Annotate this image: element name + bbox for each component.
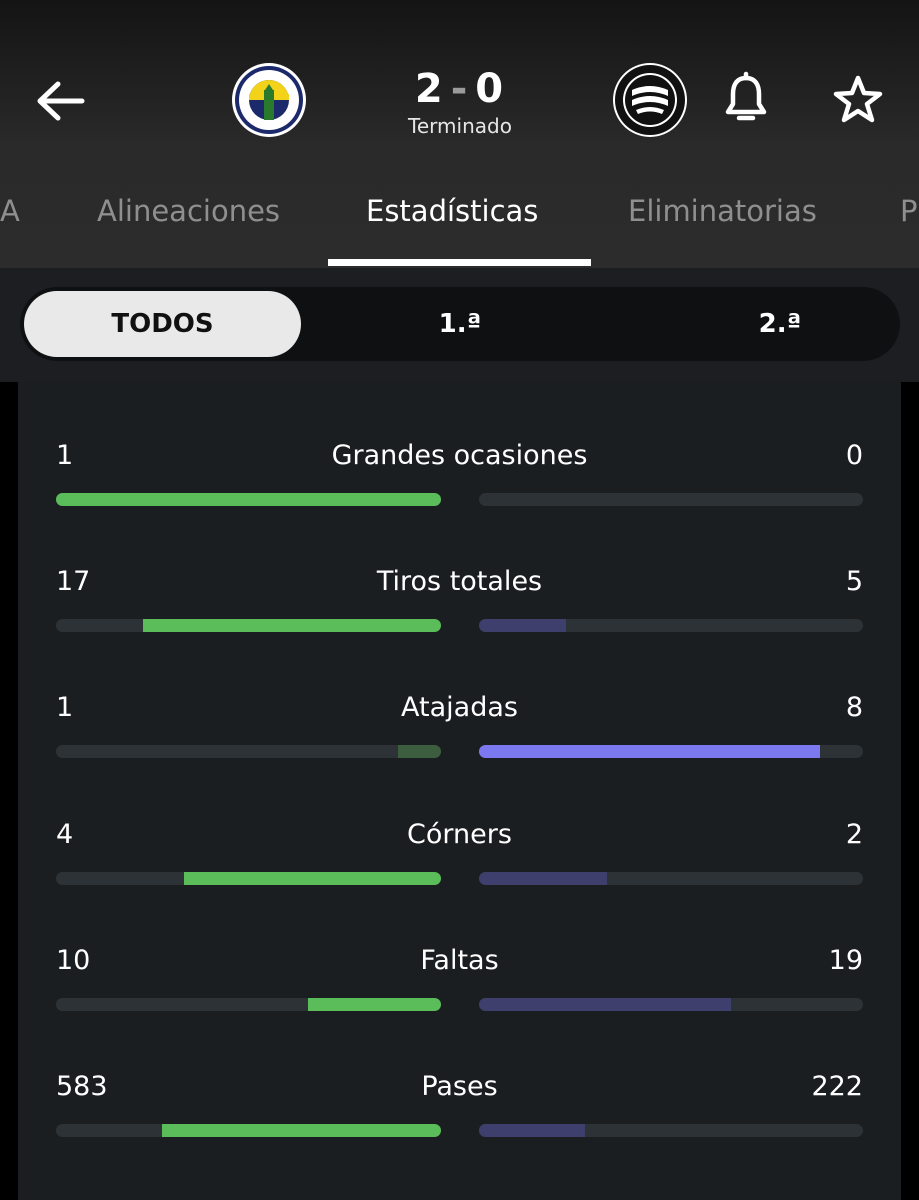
tab-partial-left[interactable]: A: [0, 194, 20, 228]
arrow-left-icon: [37, 81, 85, 121]
stat-label: Faltas: [420, 944, 499, 976]
stat-home-bar: [56, 493, 441, 506]
favorite-button[interactable]: [830, 72, 886, 130]
stat-away-bar-fill: [479, 997, 731, 1011]
stat-away-bar: [479, 1124, 863, 1137]
stat-home-bar-fill: [184, 871, 441, 885]
stat-home-bar-fill: [162, 1124, 441, 1137]
period-second-half[interactable]: 2.ª: [660, 291, 900, 357]
stat-away-value: 2: [845, 818, 863, 850]
stat-label: Tiros totales: [376, 566, 543, 598]
stat-away-value: 8: [845, 692, 863, 724]
period-first-half[interactable]: 1.ª: [340, 291, 580, 357]
tab-alineaciones[interactable]: Alineaciones: [97, 194, 280, 228]
tab-eliminatorias[interactable]: Eliminatorias: [628, 194, 817, 228]
stat-away-bar: [479, 619, 863, 633]
home-score: 2: [414, 66, 445, 112]
tab-bar: A Alineaciones Estadísticas Eliminatoria…: [0, 180, 919, 268]
period-selector: TODOS 1.ª 2.ª: [20, 287, 900, 361]
home-team-crest[interactable]: [231, 62, 307, 138]
stat-away-value: 5: [845, 566, 863, 598]
star-icon: [833, 75, 883, 123]
bell-icon: [725, 71, 767, 121]
match-header: 2-0 Terminado A Alineaciones Estadística…: [0, 0, 919, 268]
stat-home-bar-fill: [308, 997, 441, 1011]
tab-partial-right[interactable]: P: [900, 194, 918, 228]
period-todos[interactable]: TODOS: [24, 291, 301, 357]
stat-away-value: 19: [828, 944, 863, 976]
stat-away-bar: [479, 871, 863, 885]
stat-away-value: 0: [845, 440, 863, 471]
stat-label: Córners: [407, 818, 512, 850]
notifications-button[interactable]: [718, 70, 774, 130]
away-team-crest[interactable]: [612, 62, 688, 138]
tab-estadisticas[interactable]: Estadísticas: [366, 194, 538, 228]
match-score: 2-0: [360, 66, 560, 112]
stat-home-bar-fill: [143, 619, 441, 633]
stat-away-bar-fill: [479, 1124, 585, 1137]
stat-home-bar: [56, 997, 441, 1011]
stat-away-bar-fill: [479, 619, 567, 633]
active-tab-indicator: [328, 259, 591, 266]
stat-away-bar: [479, 745, 863, 759]
stat-away-bar-fill: [479, 871, 607, 885]
stat-away-value: 222: [811, 1071, 863, 1102]
stat-away-bar: [479, 493, 863, 506]
match-status: Terminado: [408, 114, 512, 138]
stat-home-bar-fill: [398, 745, 441, 759]
stat-home-bar: [56, 619, 441, 633]
period-selector-area: TODOS 1.ª 2.ª: [0, 268, 919, 382]
stat-label: Grandes ocasiones: [331, 440, 588, 471]
away-score: 0: [475, 66, 506, 112]
sturm-graz-crest-icon: [613, 63, 687, 137]
stat-label: Pases: [421, 1071, 498, 1102]
stat-label: Atajadas: [401, 692, 518, 724]
stat-home-bar-fill: [56, 493, 441, 506]
stat-home-bar: [56, 871, 441, 885]
stat-away-bar-fill: [479, 745, 821, 759]
stat-home-bar: [56, 1124, 441, 1137]
score-separator: -: [450, 66, 470, 112]
back-button[interactable]: [30, 70, 92, 132]
stat-home-bar: [56, 745, 441, 759]
fenerbahce-crest-icon: [232, 63, 306, 137]
stat-away-bar: [479, 997, 863, 1011]
